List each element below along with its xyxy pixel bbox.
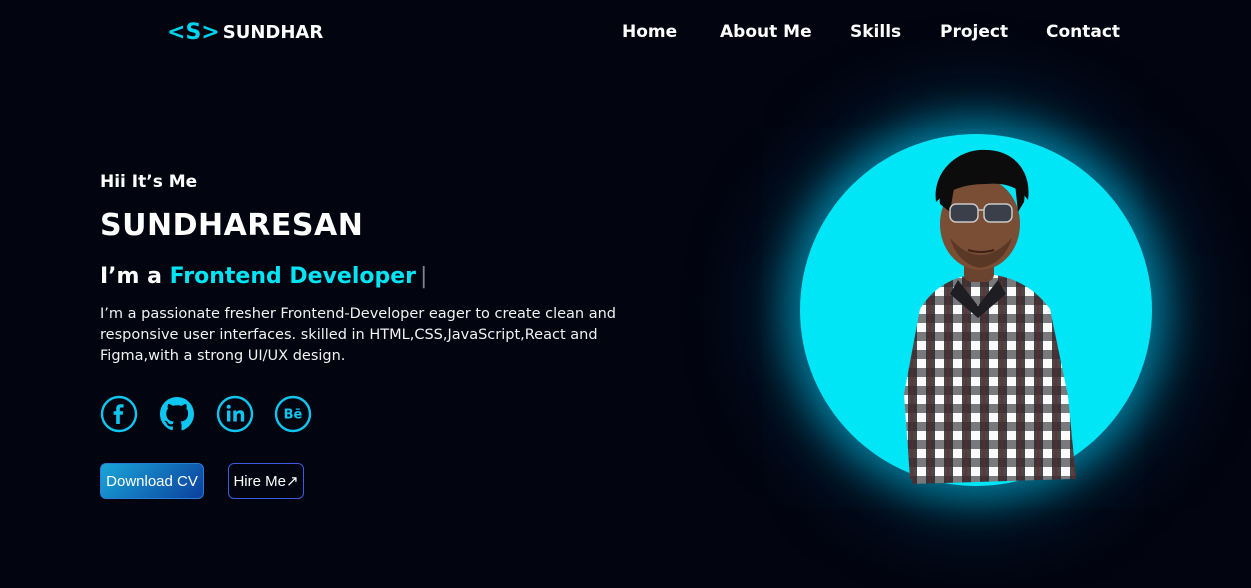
role-prefix: I’m a: [100, 264, 162, 289]
svg-text:Bē: Bē: [284, 408, 303, 423]
hero-name: SUNDHARESAN: [100, 208, 364, 243]
nav-item-project[interactable]: Project: [940, 22, 1008, 42]
role-highlight: Frontend Developer: [169, 264, 417, 289]
profile-photo: [800, 134, 1152, 494]
profile-person-image: [904, 149, 1076, 484]
hero-description: I’m a passionate fresher Frontend-Develo…: [100, 306, 617, 364]
nav-item-about-me[interactable]: About Me: [720, 22, 812, 42]
greeting: Hii It’s Me: [100, 172, 198, 192]
behance-icon[interactable]: Bē: [274, 395, 312, 433]
logo[interactable]: <S> SUNDHAR: [167, 20, 323, 45]
facebook-icon[interactable]: [100, 395, 138, 433]
nav-item-contact[interactable]: Contact: [1046, 22, 1120, 42]
github-icon[interactable]: [158, 395, 194, 431]
typing-cursor: |: [420, 264, 428, 289]
hire-me-button[interactable]: Hire Me↗: [228, 463, 304, 499]
nav-item-home[interactable]: Home: [622, 22, 677, 42]
navbar: <S> SUNDHAR Home About Me Skills Project…: [0, 0, 1251, 70]
linkedin-icon[interactable]: [216, 395, 254, 433]
logo-text: SUNDHAR: [222, 22, 324, 43]
download-cv-button[interactable]: Download CV: [100, 463, 204, 499]
logo-mark-icon: <S>: [167, 20, 220, 45]
role-line: I’m a Frontend Developer |: [100, 264, 427, 289]
nav-item-skills[interactable]: Skills: [850, 22, 901, 42]
